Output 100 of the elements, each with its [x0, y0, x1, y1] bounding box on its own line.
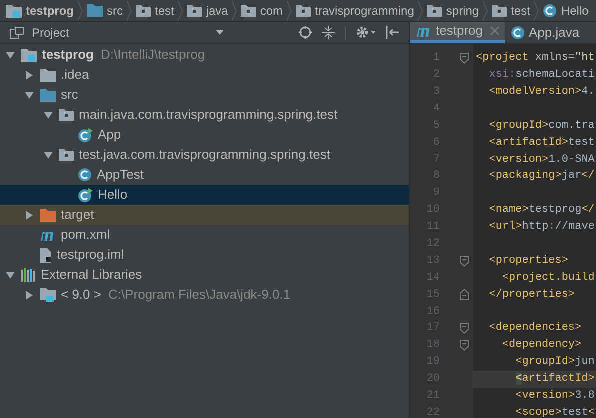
folder-icon	[40, 208, 56, 222]
chevron-icon	[418, 0, 424, 20]
breadcrumb-item[interactable]: test	[155, 2, 174, 20]
fold-icon[interactable]	[460, 256, 469, 267]
breadcrumb-item[interactable]: Hello	[561, 2, 589, 20]
tree-item-label: App	[98, 126, 122, 144]
chevron-icon	[534, 0, 540, 20]
chevron-icon	[232, 0, 238, 20]
tree-item[interactable]: testprog D:\IntelliJ\testprog	[0, 45, 409, 65]
fold-icon[interactable]	[460, 52, 469, 64]
tree-item-label: testprog	[42, 46, 94, 64]
tree-item[interactable]: App	[0, 125, 409, 145]
chevron-icon	[483, 0, 488, 20]
file-icon	[40, 248, 52, 262]
code-line: <artifactId>test	[488, 136, 596, 151]
tree-item-label: main.java.com.travisprogramming.spring.test	[79, 106, 338, 124]
code-line: </properties>	[488, 288, 576, 303]
package-folder-icon	[241, 4, 256, 16]
code-line: <scope>test<	[514, 406, 596, 418]
editor-tab[interactable]: App.java	[504, 22, 586, 43]
code-line: <dependencies>	[488, 321, 583, 336]
tree-item-label: < 9.0 >	[61, 286, 102, 304]
tree-item-label: src	[61, 86, 78, 104]
class-icon	[78, 168, 92, 182]
expanded-arrow-icon[interactable]	[44, 110, 53, 120]
expanded-arrow-icon[interactable]	[6, 50, 15, 60]
package-folder-icon	[427, 4, 442, 16]
tree-item-label: pom.xml	[61, 226, 110, 244]
tree-item[interactable]: .idea	[0, 65, 409, 85]
locate-icon[interactable]	[299, 26, 312, 39]
package-folder-icon	[492, 4, 508, 16]
tree-item-label: test.java.com.travisprogramming.spring.test	[79, 146, 330, 164]
collapsed-arrow-icon[interactable]	[25, 70, 34, 80]
tree-item[interactable]: pom.xml	[0, 225, 409, 245]
code-line: <groupId>jun	[514, 355, 596, 370]
module-folder-icon	[21, 48, 37, 62]
code-line: <project.build	[501, 270, 596, 286]
editor-tab[interactable]: testprog	[410, 22, 505, 43]
chevron-icon	[78, 0, 83, 20]
tree-item[interactable]: testprog.iml	[0, 245, 409, 265]
project-view-icon	[10, 26, 24, 38]
code-line: <properties>	[488, 254, 570, 269]
fold-icon[interactable]	[460, 323, 469, 334]
tree-item-label: .idea	[61, 66, 90, 84]
tree-item-label: AppTest	[97, 166, 144, 184]
module-folder-icon	[6, 4, 22, 18]
maven-icon	[40, 229, 56, 241]
tab-label: testprog	[436, 22, 483, 40]
tree-item[interactable]: src	[0, 85, 409, 105]
tree-item-path: D:\IntelliJ\testprog	[101, 46, 206, 64]
breadcrumb-item[interactable]: java	[206, 2, 228, 20]
collapse-icon[interactable]	[322, 26, 335, 39]
breadcrumb-item[interactable]: testprog	[26, 2, 74, 20]
settings-icon[interactable]	[356, 26, 376, 39]
breadcrumb-item[interactable]: travisprogramming	[315, 2, 414, 20]
tree-item[interactable]: target	[0, 205, 409, 225]
collapsed-arrow-icon[interactable]	[25, 210, 34, 220]
breadcrumb-item[interactable]: test	[511, 2, 530, 20]
package-folder-icon	[59, 149, 74, 161]
tree-item[interactable]: Hello	[0, 185, 409, 205]
chevron-icon	[287, 0, 292, 20]
code-line: <name>testprog</	[488, 203, 596, 218]
tree-item-label: testprog.iml	[57, 246, 124, 264]
folder-icon	[87, 4, 103, 17]
code-line: <dependency>	[501, 338, 583, 354]
breadcrumb-item[interactable]: com	[260, 2, 284, 20]
code-line: <modelVersion>4.	[488, 84, 596, 100]
runnable-class-icon	[78, 188, 93, 202]
code-line: <project xmlns="ht	[475, 51, 596, 66]
class-icon	[510, 26, 525, 40]
code-line: <version>1.0-SNA	[488, 152, 596, 168]
tree-item[interactable]: main.java.com.travisprogramming.spring.test	[0, 105, 409, 125]
hide-panel-icon[interactable]	[386, 26, 399, 39]
expanded-arrow-icon[interactable]	[25, 90, 34, 100]
package-folder-icon	[187, 4, 202, 16]
breadcrumb-item[interactable]: spring	[446, 2, 480, 20]
code-line: xsi:schemaLocati	[488, 68, 596, 84]
folder-icon	[40, 88, 56, 102]
dropdown-caret-icon[interactable]	[216, 30, 224, 35]
collapsed-arrow-icon[interactable]	[25, 290, 34, 300]
code-line: <version>3.8	[514, 389, 596, 404]
tree-item[interactable]: test.java.com.travisprogramming.spring.test	[0, 145, 409, 165]
jdk-folder-icon	[40, 288, 56, 302]
tree-item[interactable]: AppTest	[0, 165, 409, 185]
expanded-arrow-icon[interactable]	[44, 150, 53, 160]
breadcrumb-item[interactable]: src	[107, 2, 123, 20]
tree-item-label: Hello	[98, 186, 128, 204]
tree-item[interactable]: External Libraries	[0, 265, 409, 285]
panel-title: Project	[32, 24, 70, 42]
tree-item[interactable]: < 9.0 > C:\Program Files\Java\jdk-9.0.1	[0, 285, 409, 305]
fold-icon[interactable]	[460, 340, 469, 352]
package-folder-icon	[59, 109, 74, 121]
tree-item-label: External Libraries	[41, 266, 142, 284]
code-line: <groupId>com.tra	[488, 118, 596, 134]
folder-icon	[40, 68, 56, 82]
libraries-icon	[21, 268, 36, 282]
expanded-arrow-icon[interactable]	[6, 270, 15, 280]
tab-label: App.java	[528, 24, 580, 42]
tree-item-path: C:\Program Files\Java\jdk-9.0.1	[108, 286, 291, 304]
fold-icon[interactable]	[460, 289, 469, 300]
